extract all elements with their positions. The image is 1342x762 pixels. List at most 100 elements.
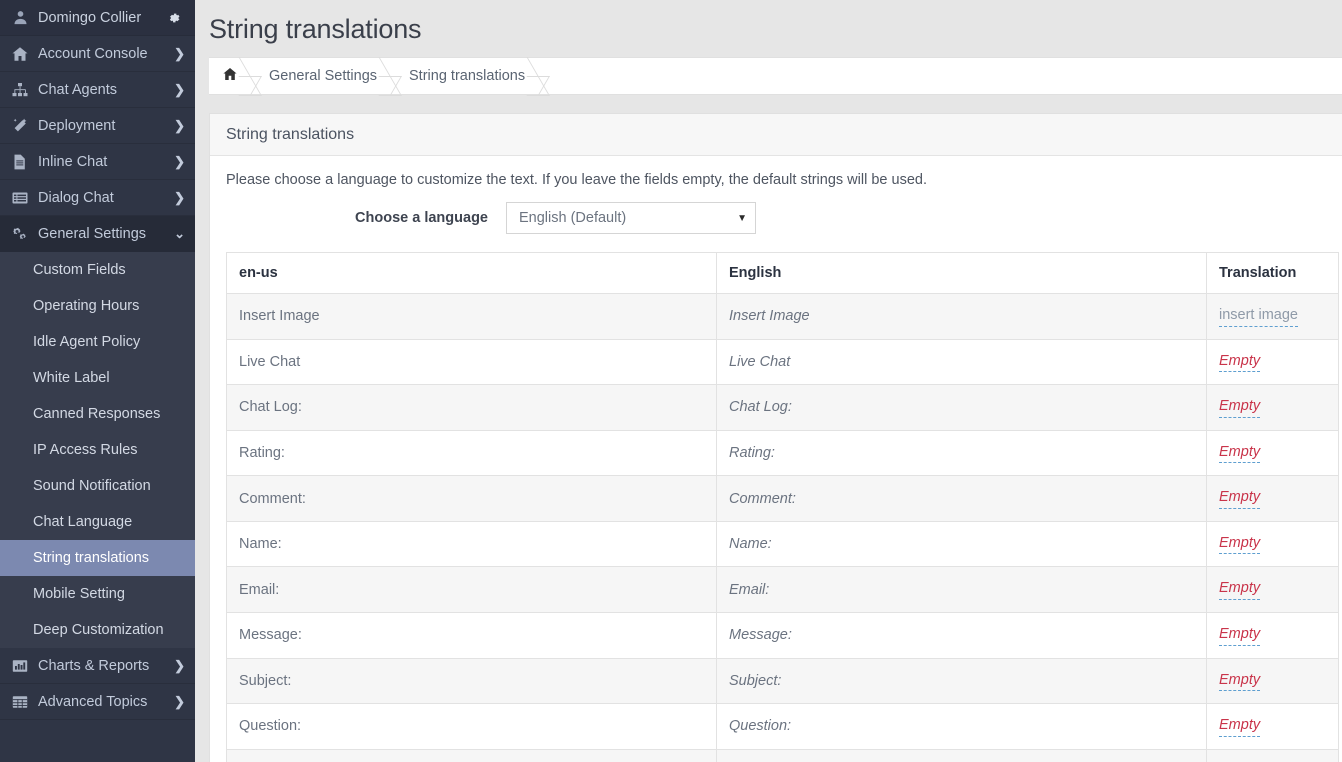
sidebar-item-advanced-topics[interactable]: Advanced Topics ❯	[0, 684, 195, 720]
home-icon	[223, 67, 237, 85]
translation-editable-value[interactable]: Empty	[1219, 443, 1260, 464]
breadcrumb-item-string-translations[interactable]: String translations	[391, 58, 539, 94]
home-icon	[9, 45, 31, 63]
sidebar-item-inline-chat[interactable]: Inline Chat ❯	[0, 144, 195, 180]
sidebar-item-label: Chat Agents	[38, 82, 170, 98]
translation-editable-value[interactable]: Empty	[1219, 579, 1260, 600]
sidebar-subitem-sound-notification[interactable]: Sound Notification	[0, 468, 195, 504]
cell-english: Insert Image	[717, 294, 1207, 340]
cell-english: Comment:	[717, 476, 1207, 522]
sidebar-user[interactable]: Domingo Collier	[0, 0, 195, 36]
cell-translation: Empty	[1207, 385, 1339, 431]
gear-icon[interactable]	[165, 9, 183, 27]
sidebar-subitem-deep-customization[interactable]: Deep Customization	[0, 612, 195, 648]
sidebar-subitem-idle-agent-policy[interactable]: Idle Agent Policy	[0, 324, 195, 360]
sidebar-subitem-white-label[interactable]: White Label	[0, 360, 195, 396]
translation-editable-value[interactable]: Empty	[1219, 488, 1260, 509]
sidebar-subitem-operating-hours[interactable]: Operating Hours	[0, 288, 195, 324]
sidebar-item-label: General Settings	[38, 226, 170, 242]
cell-translation: insert image	[1207, 294, 1339, 340]
column-header-english: English	[717, 253, 1207, 294]
chevron-down-icon: ▼	[737, 213, 747, 224]
cell-english: Chat Log:	[717, 385, 1207, 431]
sidebar-item-deployment[interactable]: Deployment ❯	[0, 108, 195, 144]
sidebar-subitem-canned-responses[interactable]: Canned Responses	[0, 396, 195, 432]
user-icon	[10, 8, 30, 28]
table-row: Department:Department:Empty	[227, 749, 1339, 762]
sidebar-user-name: Domingo Collier	[38, 10, 165, 26]
cell-english: Message:	[717, 612, 1207, 658]
bar-chart-icon	[9, 657, 31, 675]
sidebar-subitem-mobile-setting[interactable]: Mobile Setting	[0, 576, 195, 612]
sidebar-item-charts-reports[interactable]: Charts & Reports ❯	[0, 648, 195, 684]
column-header-translation: Translation	[1207, 253, 1339, 294]
page-title: String translations	[209, 14, 1342, 45]
sidebar-item-general-settings[interactable]: General Settings ⌄	[0, 216, 195, 252]
main-content: String translations General Settings Str…	[195, 0, 1342, 762]
sidebar-item-label: Inline Chat	[38, 154, 170, 170]
sidebar-subitem-custom-fields[interactable]: Custom Fields	[0, 252, 195, 288]
cell-english: Department:	[717, 749, 1207, 762]
table-row: Chat Log:Chat Log: Empty	[227, 385, 1339, 431]
language-form-row: Choose a language English (Default) ▼	[226, 202, 1342, 234]
chevron-right-icon: ❯	[174, 46, 185, 62]
cell-translation: Empty	[1207, 612, 1339, 658]
cell-key: Message:	[227, 612, 717, 658]
table-row: Email:Email: Empty	[227, 567, 1339, 613]
cell-translation: Empty	[1207, 567, 1339, 613]
cell-key: Name:	[227, 521, 717, 567]
translation-editable-value[interactable]: insert image	[1219, 306, 1298, 327]
breadcrumb-item-general-settings[interactable]: General Settings	[251, 58, 391, 94]
breadcrumb-home[interactable]	[209, 58, 251, 94]
cell-key: Chat Log:	[227, 385, 717, 431]
cell-english: Email:	[717, 567, 1207, 613]
sidebar-item-label: Charts & Reports	[38, 658, 170, 674]
translation-editable-value[interactable]: Empty	[1219, 716, 1260, 737]
file-text-icon	[9, 153, 31, 171]
chevron-right-icon: ❯	[174, 190, 185, 206]
sitemap-icon	[9, 81, 31, 99]
cell-translation: Empty	[1207, 521, 1339, 567]
translations-table-body: Insert ImageInsert Image insert image Live…	[227, 294, 1339, 762]
cell-english: Rating:	[717, 430, 1207, 476]
table-row: Message:Message: Empty	[227, 612, 1339, 658]
sidebar-subitem-string-translations[interactable]: String translations	[0, 540, 195, 576]
cell-translation: Empty	[1207, 476, 1339, 522]
sidebar-subitem-chat-language[interactable]: Chat Language	[0, 504, 195, 540]
sidebar-item-label: Deployment	[38, 118, 170, 134]
language-select[interactable]: English (Default) ▼	[506, 202, 756, 234]
page-header: String translations General Settings Str…	[195, 0, 1342, 95]
cell-key: Email:	[227, 567, 717, 613]
table-row: Rating:Rating:Empty	[227, 430, 1339, 476]
breadcrumb: General Settings String translations	[209, 57, 1342, 95]
cell-key: Question:	[227, 704, 717, 750]
cell-translation: Empty	[1207, 658, 1339, 704]
translation-editable-value[interactable]: Empty	[1219, 397, 1260, 418]
table-row: Question:Question: Empty	[227, 704, 1339, 750]
cell-key: Live Chat	[227, 339, 717, 385]
cell-key: Comment:	[227, 476, 717, 522]
sidebar-item-dialog-chat[interactable]: Dialog Chat ❯	[0, 180, 195, 216]
chevron-right-icon: ❯	[174, 118, 185, 134]
cell-english: Live Chat	[717, 339, 1207, 385]
string-translations-panel: String translations Please choose a lang…	[209, 113, 1342, 762]
cell-translation: Empty	[1207, 339, 1339, 385]
column-header-en-us: en-us	[227, 253, 717, 294]
sidebar-item-label: Dialog Chat	[38, 190, 170, 206]
sidebar-submenu-general-settings: Custom Fields Operating Hours Idle Agent…	[0, 252, 195, 648]
sidebar-item-label: Advanced Topics	[38, 694, 170, 710]
cell-translation: Empty	[1207, 704, 1339, 750]
sidebar-item-chat-agents[interactable]: Chat Agents ❯	[0, 72, 195, 108]
translation-editable-value[interactable]: Empty	[1219, 352, 1260, 373]
translations-table: en-us English Translation Insert ImageIn…	[226, 252, 1339, 762]
sidebar-subitem-ip-access-rules[interactable]: IP Access Rules	[0, 432, 195, 468]
panel-body: Please choose a language to customize th…	[210, 156, 1342, 762]
translation-editable-value[interactable]: Empty	[1219, 534, 1260, 555]
cell-key: Insert Image	[227, 294, 717, 340]
cell-english: Question:	[717, 704, 1207, 750]
translation-editable-value[interactable]: Empty	[1219, 671, 1260, 692]
magic-wand-icon	[9, 117, 31, 135]
table-row: Name:Name:Empty	[227, 521, 1339, 567]
sidebar-item-account-console[interactable]: Account Console ❯	[0, 36, 195, 72]
translation-editable-value[interactable]: Empty	[1219, 625, 1260, 646]
